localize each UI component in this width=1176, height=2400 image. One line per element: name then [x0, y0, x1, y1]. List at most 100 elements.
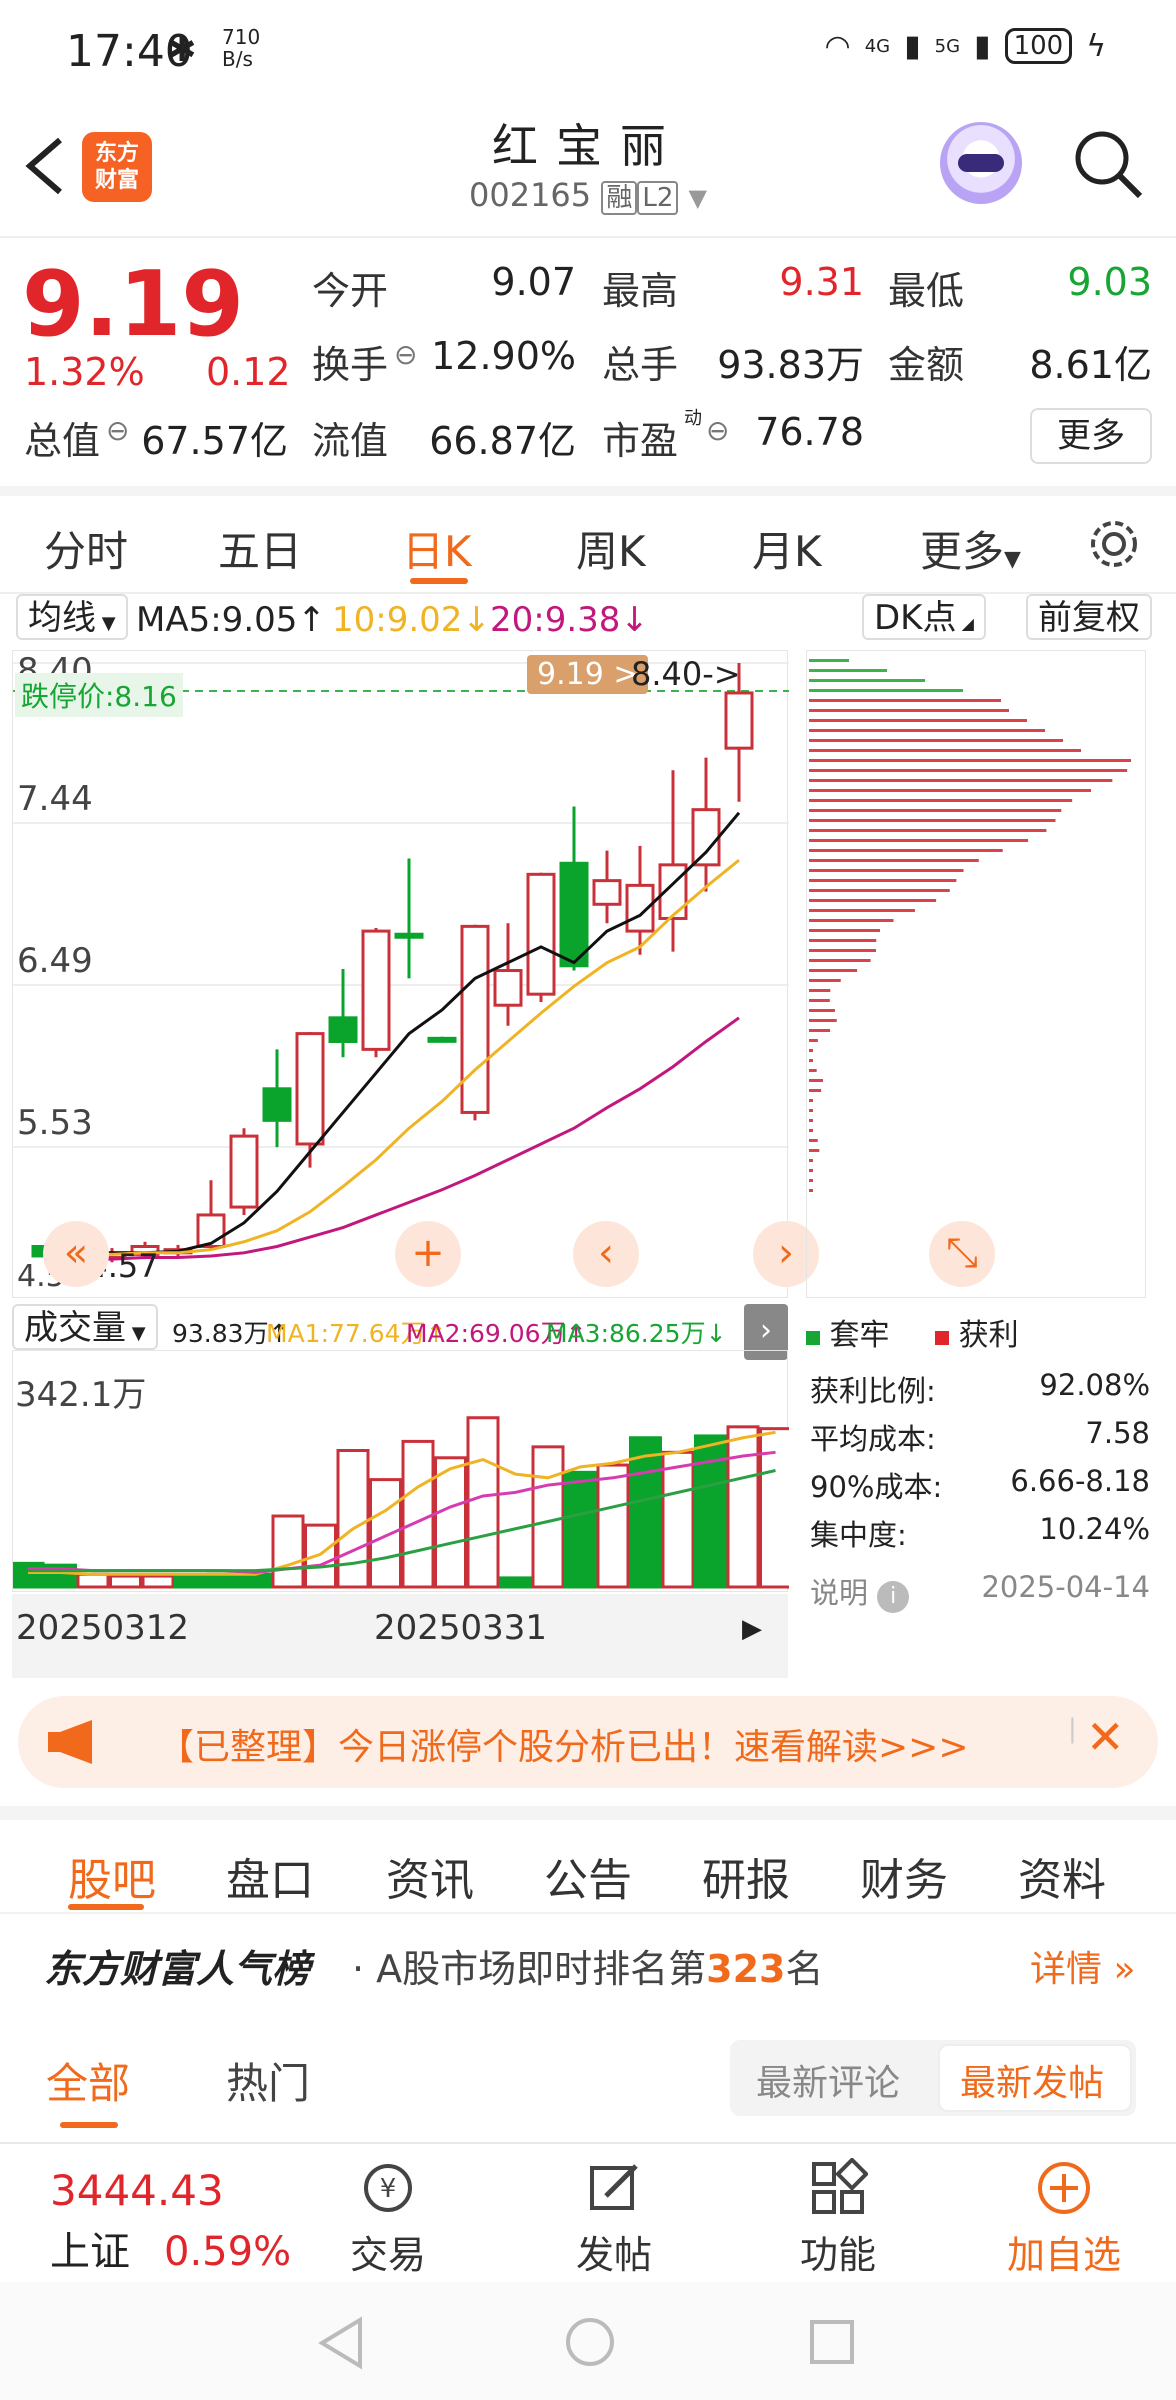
nav-functions[interactable]: 功能: [758, 2158, 918, 2279]
tab-all[interactable]: 全部: [46, 2050, 130, 2111]
chip-bar: [809, 799, 1073, 802]
detail-link[interactable]: 详情 »: [1030, 1940, 1135, 1992]
adjust-select[interactable]: 前复权: [1026, 594, 1152, 640]
index-pct: 0.59%: [164, 2229, 292, 2275]
nav-trade[interactable]: ¥ 交易: [308, 2158, 468, 2279]
candle-body: [229, 1134, 259, 1209]
tab-research[interactable]: 研报: [702, 1844, 790, 1908]
chip-bar: [809, 739, 1063, 742]
status-bar: 17:40 ✱ 710 B/s ◠ 4G ▮ 5G ▮ 100 ϟ: [0, 0, 1176, 100]
dropdown-icon[interactable]: ▼: [689, 184, 707, 212]
more-button[interactable]: 更多: [1030, 408, 1152, 464]
sort-latest-comment[interactable]: 最新评论: [756, 2054, 900, 2106]
quote-panel: 9.19 1.32% 0.12 今开 9.07 最高 9.31 最低 9.03 …: [0, 236, 1176, 476]
system-nav-bar: [0, 2282, 1176, 2400]
high-label: 最高: [602, 269, 679, 313]
chip-distribution-chart[interactable]: ⤡: [806, 650, 1146, 1298]
tab-five-day[interactable]: 五日: [218, 518, 302, 579]
nav-add-watchlist[interactable]: 加自选: [984, 2158, 1144, 2279]
tab-more[interactable]: 更多▼: [920, 518, 1021, 579]
high-value: 9.31: [779, 260, 864, 304]
signal-icon: ▮: [974, 28, 991, 64]
open-label: 今开: [312, 269, 389, 313]
info-icon[interactable]: ⊖: [706, 414, 729, 447]
tab-weekly-k[interactable]: 周K: [576, 518, 646, 579]
tab-announcements[interactable]: 公告: [544, 1844, 632, 1908]
banner-text[interactable]: 【已整理】今日涨停个股分析已出！速看解读>>>: [158, 1718, 969, 1770]
volume-bar: [174, 1574, 207, 1589]
profit-label: 获利: [958, 1318, 1019, 1353]
battery-icon: 100: [1004, 28, 1073, 64]
index-value: 3444.43: [50, 2166, 224, 2215]
volume-bar: [239, 1572, 272, 1589]
chip-bar: [809, 789, 1092, 792]
volume-bar: [369, 1478, 402, 1589]
play-icon[interactable]: ▶: [742, 1614, 762, 1644]
expand-icon[interactable]: ⤡: [929, 1221, 995, 1287]
index-widget[interactable]: 3444.43 上证 0.59%: [50, 2166, 291, 2277]
system-home-icon[interactable]: [564, 2316, 616, 2368]
note-link[interactable]: 说明: [810, 1576, 868, 1610]
volume-bar: [76, 1572, 110, 1589]
volume-chart[interactable]: 342.1万: [12, 1350, 789, 1592]
nav-post[interactable]: 发帖: [534, 2158, 694, 2279]
rank-number: 323: [706, 1947, 786, 1991]
tab-finance[interactable]: 财务: [860, 1844, 948, 1908]
signal-4g-label: 4G: [864, 35, 891, 57]
system-recents-icon[interactable]: [808, 2318, 856, 2366]
candle-body: [592, 879, 622, 906]
info-icon[interactable]: ⊖: [394, 338, 417, 371]
tab-news[interactable]: 资讯: [386, 1844, 474, 1908]
popularity-rank[interactable]: 东方财富人气榜 · A股市场即时排名第323名 详情 »: [0, 1912, 1176, 2012]
scroll-start-icon[interactable]: «: [43, 1221, 109, 1287]
last-price: 9.19: [22, 252, 245, 357]
active-tab-underline: [60, 2122, 118, 2128]
prev-icon[interactable]: ‹: [573, 1221, 639, 1287]
tab-guba[interactable]: 股吧: [68, 1844, 156, 1908]
settings-gear-icon[interactable]: [1086, 516, 1142, 572]
ma-select[interactable]: 均线 ▼: [16, 594, 128, 640]
news-banner[interactable]: 【已整理】今日涨停个股分析已出！速看解读>>> | ✕: [18, 1696, 1158, 1788]
volume-bar: [531, 1445, 565, 1589]
y-tick-label: 5.53: [17, 1103, 93, 1143]
tab-profile[interactable]: 资料: [1018, 1844, 1106, 1908]
close-icon[interactable]: ✕: [1086, 1710, 1125, 1764]
chip-bar: [809, 1109, 813, 1112]
tab-pankou[interactable]: 盘口: [226, 1844, 314, 1908]
volume-max-label: 342.1万: [15, 1375, 147, 1415]
chip-bar: [809, 929, 880, 932]
search-icon[interactable]: [1072, 128, 1146, 202]
candlestick-chart[interactable]: 8.40 7.44 6.49 5.53 4.57 跌停价:8.16 9.19 >…: [12, 650, 819, 1298]
tab-monthly-k[interactable]: 月K: [752, 518, 822, 579]
tab-more-label: 更多: [920, 527, 1005, 576]
chip-bar: [809, 839, 1029, 842]
tab-daily-k[interactable]: 日K: [402, 518, 472, 579]
stat-value: 10.24%: [1039, 1512, 1150, 1546]
chip-bar: [809, 829, 1047, 832]
market-cap-label: 总值: [24, 419, 101, 463]
system-back-icon[interactable]: [316, 2316, 364, 2370]
dk-point-select[interactable]: DK点 ◢: [862, 594, 986, 640]
ma-select-label: 均线: [28, 598, 96, 638]
info-icon[interactable]: i: [877, 1581, 910, 1613]
profit-swatch: [935, 1331, 950, 1345]
stat-90-cost: 90%成本: 6.66-8.18: [810, 1464, 1150, 1506]
tab-intraday[interactable]: 分时: [44, 518, 128, 579]
index-name: 上证: [50, 2229, 130, 2275]
volume-select[interactable]: 成交量 ▼: [12, 1304, 158, 1350]
assistant-robot-icon[interactable]: [940, 122, 1022, 204]
candle-body: [262, 1087, 292, 1122]
status-icons: ◠ 4G ▮ 5G ▮ 100 ϟ: [825, 28, 1106, 64]
stat-concentration: 集中度: 10.24%: [810, 1512, 1150, 1554]
stat-footer: 说明 i 2025-04-14: [810, 1570, 1150, 1613]
pe-dynamic-sup: 动: [684, 408, 702, 429]
zoom-in-icon[interactable]: +: [395, 1221, 461, 1287]
index-line: 上证 0.59%: [50, 2219, 291, 2277]
candle-body: [724, 691, 754, 750]
rank-text-post: 名: [785, 1947, 824, 1991]
candle-body: [328, 1016, 358, 1043]
amount-label: 金额: [888, 343, 965, 387]
info-icon[interactable]: ⊖: [106, 414, 129, 447]
tab-hot[interactable]: 热门: [226, 2050, 310, 2111]
sort-latest-post[interactable]: 最新发帖: [960, 2054, 1104, 2106]
